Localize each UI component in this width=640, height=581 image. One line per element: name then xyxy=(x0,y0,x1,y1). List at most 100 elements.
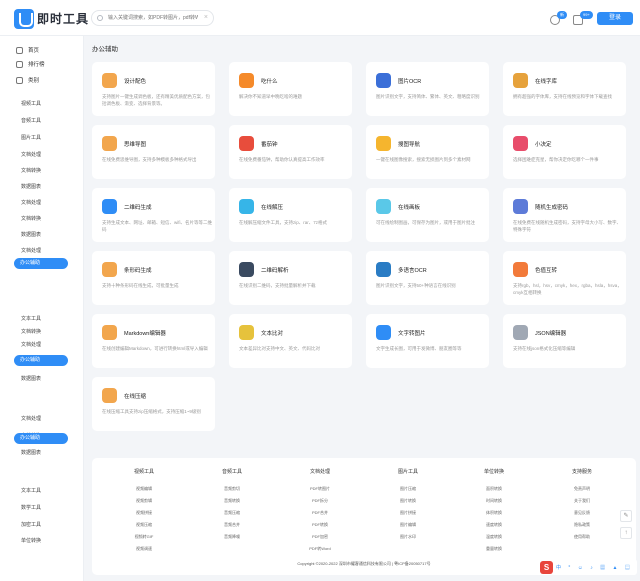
sidebar-item[interactable]: 数据图表 xyxy=(21,183,41,191)
text-image-icon xyxy=(376,325,391,340)
sidebar-item[interactable]: 文档处理 xyxy=(21,199,41,207)
brand-title[interactable]: 即时工具 xyxy=(37,10,89,27)
tool-card[interactable]: 文字转图片 文字生成长图，可用于发微博、朋友圈等等 xyxy=(366,314,489,368)
sidebar-item[interactable]: 文档处理 xyxy=(21,341,41,349)
footer-link[interactable]: PDF拆分 xyxy=(280,495,360,507)
tool-card[interactable]: JSON编辑器 支持在线json格式化压缩等编辑 xyxy=(503,314,626,368)
sidebar-item[interactable]: 加密工具 xyxy=(21,521,41,529)
footer-link[interactable]: PDF转换 xyxy=(280,519,360,531)
sidebar-item[interactable]: 文档转换 xyxy=(21,328,41,336)
footer-link[interactable]: 视频转GIF xyxy=(104,531,184,543)
footer-link[interactable]: 免责声明 xyxy=(542,483,622,495)
sidebar-item[interactable]: 文档处理 xyxy=(21,151,41,159)
tool-card[interactable]: Markdown编辑器 在线创建编辑Markdown，可进行转换html或导入编辑 xyxy=(92,314,215,368)
sidebar-item[interactable]: 文档处理 xyxy=(21,247,41,255)
footer-link[interactable]: PDF合并 xyxy=(280,507,360,519)
footer-link[interactable]: 音频压缩 xyxy=(192,507,272,519)
footer-link[interactable]: 速度转换 xyxy=(454,519,534,531)
tool-card[interactable]: 设计配色 支持图片一键生成调色板，还有精美优质配色方案，包括调色板、渐变、选择背景… xyxy=(92,62,215,116)
footer-link[interactable]: 面积转换 xyxy=(454,483,534,495)
footer-link[interactable]: 音频剪切 xyxy=(192,483,272,495)
tool-card[interactable]: 在线画板 可在线绘制图画，可保存为图片，或用于图片批注 xyxy=(366,188,489,242)
footer-link[interactable]: 图片拼接 xyxy=(368,507,448,519)
tool-card[interactable]: 在线压缩 在线压缩工具支持zip压缩格式，支持压缩1~9级别 xyxy=(92,377,215,431)
footer-link[interactable]: PDF转图片 xyxy=(280,483,360,495)
feedback-icon[interactable]: ✎ xyxy=(620,510,632,522)
tool-card[interactable]: 在线解压 在线解压缩文件工具，支持zip、rar、7z格式 xyxy=(229,188,352,242)
footer-link[interactable]: 视频压缩 xyxy=(104,519,184,531)
tool-title: 多语言OCR xyxy=(398,268,427,274)
footer-link[interactable]: 隐私政策 xyxy=(542,519,622,531)
sidebar: 首页 排行榜 类别 视频工具 音频工具 图片工具 文档处理 文档转换 数据图表 文档处理 文档转换数… xyxy=(0,36,84,581)
footer-link[interactable]: 图片转换 xyxy=(368,495,448,507)
logo-icon[interactable] xyxy=(14,9,34,29)
tool-card[interactable]: 随机生成密码 在线免费在线随机生成密码，支持字母大小写、数字、特殊字符 xyxy=(503,188,626,242)
footer-link[interactable]: 时间转换 xyxy=(454,495,534,507)
sidebar-item[interactable]: 图片工具 xyxy=(21,134,41,142)
tool-card[interactable]: 搜图导航 一键在线图像搜索，搜索无损图片到多个素材网 xyxy=(366,125,489,179)
nav-rank[interactable]: 排行榜 xyxy=(16,60,45,68)
clear-icon[interactable]: × xyxy=(204,14,208,22)
footer-link[interactable]: 音频降噪 xyxy=(192,531,272,543)
footer-link[interactable]: 体积转换 xyxy=(454,507,534,519)
tool-card[interactable]: 二维码解析 在线识别二维码，支持批量解析并下载 xyxy=(229,251,352,305)
sidebar-item-active[interactable]: 办公辅助 xyxy=(14,258,68,269)
sidebar-item[interactable]: 文档处理 xyxy=(21,415,41,423)
tool-card[interactable]: 思维导图 在线免费思维导图，支持多种模板多种格式导出 xyxy=(92,125,215,179)
footer-link[interactable]: 音频合并 xyxy=(192,519,272,531)
sidebar-item[interactable]: 数据图表 xyxy=(21,231,41,239)
tool-card[interactable]: 图片OCR 图片识别文字，支持简体、繁体、英文、粗略度识别 xyxy=(366,62,489,116)
footer-link[interactable]: 使用帮助 xyxy=(542,531,622,543)
sidebar-item[interactable]: 文本工具 xyxy=(21,487,41,495)
sidebar-item[interactable]: 文本工具 xyxy=(21,315,41,323)
sidebar-item-active[interactable]: 办公辅助 xyxy=(14,433,68,444)
tool-title: 图片OCR xyxy=(398,79,422,85)
sidebar-item[interactable]: 单位转换 xyxy=(21,537,41,545)
footer-link[interactable]: 图片压缩 xyxy=(368,483,448,495)
sidebar-item[interactable]: 文档转换 xyxy=(21,167,41,175)
tool-card[interactable]: 二维码生成 支持生成文本、网址、邮箱、短信、wifi、名片等等二维码 xyxy=(92,188,215,242)
sogou-icon[interactable]: S xyxy=(540,561,553,574)
nav-label: 排行榜 xyxy=(28,62,45,68)
login-button[interactable]: 登录 xyxy=(597,12,633,25)
sidebar-item[interactable]: 视频工具 xyxy=(21,100,41,108)
footer-link[interactable]: 关于我们 xyxy=(542,495,622,507)
footer-link[interactable]: 重量转换 xyxy=(454,543,534,555)
nav-home[interactable]: 首页 xyxy=(16,46,39,54)
tool-card[interactable]: 色值互转 支持rgb，hsl，hsv，cmyk，hex，rgba，hsla，hsv… xyxy=(503,251,626,305)
tool-card[interactable]: 条形码生成 支持十种条形码在线生成，可批量生成 xyxy=(92,251,215,305)
drawing-board-icon xyxy=(376,199,391,214)
footer-link[interactable]: PDF转Word xyxy=(280,543,360,555)
footer-link[interactable]: 视频编辑 xyxy=(104,483,184,495)
tool-card[interactable]: 在线字库 拥有超强的字体库，支持在线预览和字体下载查找 xyxy=(503,62,626,116)
tool-card[interactable]: 文本比对 文本差异比对支持中文、英文、代码比对 xyxy=(229,314,352,368)
footer-link[interactable]: 意见反馈 xyxy=(542,507,622,519)
footer-link[interactable]: 图片编辑 xyxy=(368,519,448,531)
footer-link[interactable]: 温度转换 xyxy=(454,531,534,543)
tool-card[interactable]: 吃什么 解决你不知道早中晚吃啥的难题 xyxy=(229,62,352,116)
tool-card[interactable]: 小决定 选择困难症克星，帮你决定你吃哪个一件事 xyxy=(503,125,626,179)
footer-link[interactable]: PDF加密 xyxy=(280,531,360,543)
sidebar-item[interactable]: 数据图表 xyxy=(21,449,41,457)
tool-card[interactable]: 番茄钟 在线免费番茄钟，帮助你认真提高工作效率 xyxy=(229,125,352,179)
sidebar-item[interactable]: 音频工具 xyxy=(21,117,41,125)
sidebar-item[interactable]: 数学工具 xyxy=(21,504,41,512)
footer-link[interactable]: 视频拼接 xyxy=(104,507,184,519)
sidebar-item[interactable]: 文档转换 xyxy=(21,215,41,223)
sidebar-item[interactable]: 数据图表 xyxy=(21,375,41,383)
qr-scan-icon xyxy=(239,262,254,277)
toolbar-icons[interactable]: 中 ° ☺ ♪ ▦ ▲ ▤ xyxy=(556,564,633,571)
footer-link[interactable]: 视频调速 xyxy=(104,543,184,555)
tool-desc: 支持十种条形码在线生成，可批量生成 xyxy=(102,283,179,288)
nav-category[interactable]: 类别 xyxy=(16,76,39,84)
footer-column: 支持服务 免责声明 关于我们 意见反馈 隐私政策 使用帮助 xyxy=(542,468,622,543)
footer-link[interactable]: 音频转换 xyxy=(192,495,272,507)
tool-card[interactable]: 多语言OCR 图片识别文字，支持50+种语言在线识别 xyxy=(366,251,489,305)
tool-title: 在线压缩 xyxy=(124,394,147,400)
search-input[interactable] xyxy=(108,13,198,23)
footer-link[interactable]: 图片水印 xyxy=(368,531,448,543)
search-box[interactable]: × xyxy=(91,10,214,26)
footer-link[interactable]: 视频剪辑 xyxy=(104,495,184,507)
sidebar-item-active[interactable]: 办公辅助 xyxy=(14,355,68,366)
back-to-top-icon[interactable]: ↑ xyxy=(620,527,632,539)
